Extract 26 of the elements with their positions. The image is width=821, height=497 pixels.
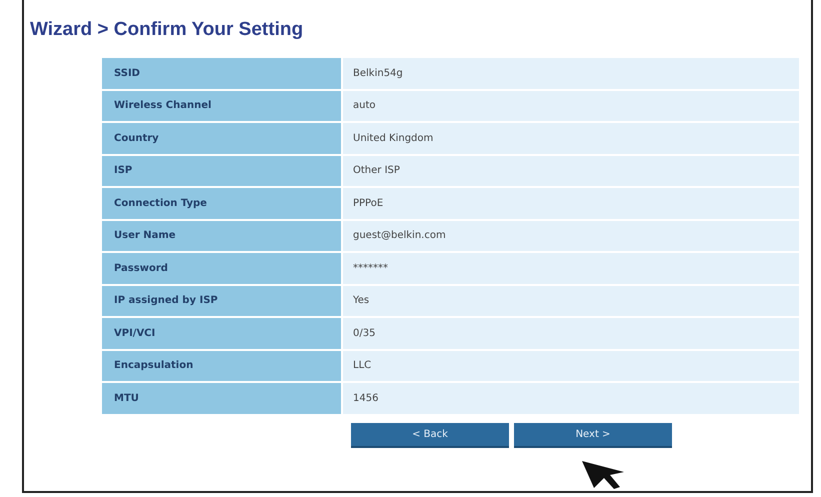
setting-value: Other ISP [343, 156, 799, 186]
setting-label: SSID [102, 58, 343, 88]
next-button[interactable]: Next > [514, 422, 672, 448]
setting-value: ******* [343, 253, 799, 284]
setting-value: 1456 [343, 383, 799, 414]
setting-label: Country [102, 123, 343, 154]
setting-label: Wireless Channel [102, 90, 343, 121]
setting-label: User Name [102, 220, 343, 251]
setting-label: IP assigned by ISP [102, 286, 343, 316]
setting-value: LLC [343, 350, 799, 381]
setting-value: guest@belkin.com [343, 220, 799, 251]
setting-label: Password [102, 253, 343, 284]
setting-label: ISP [102, 156, 343, 186]
setting-label: Connection Type [102, 188, 343, 218]
setting-value: Belkin54g [343, 58, 799, 88]
setting-value: Yes [343, 286, 799, 316]
setting-label: VPI/VCI [102, 318, 343, 348]
setting-label: Encapsulation [102, 350, 343, 381]
setting-value: auto [343, 90, 799, 121]
cursor-icon [580, 460, 626, 490]
setting-value: 0/35 [343, 318, 799, 348]
setting-value: PPPoE [343, 188, 799, 218]
back-button[interactable]: < Back [351, 422, 509, 448]
page-title: Wizard > Confirm Your Setting [29, 18, 304, 41]
setting-value: United Kingdom [343, 123, 799, 154]
setting-label: MTU [102, 383, 343, 414]
